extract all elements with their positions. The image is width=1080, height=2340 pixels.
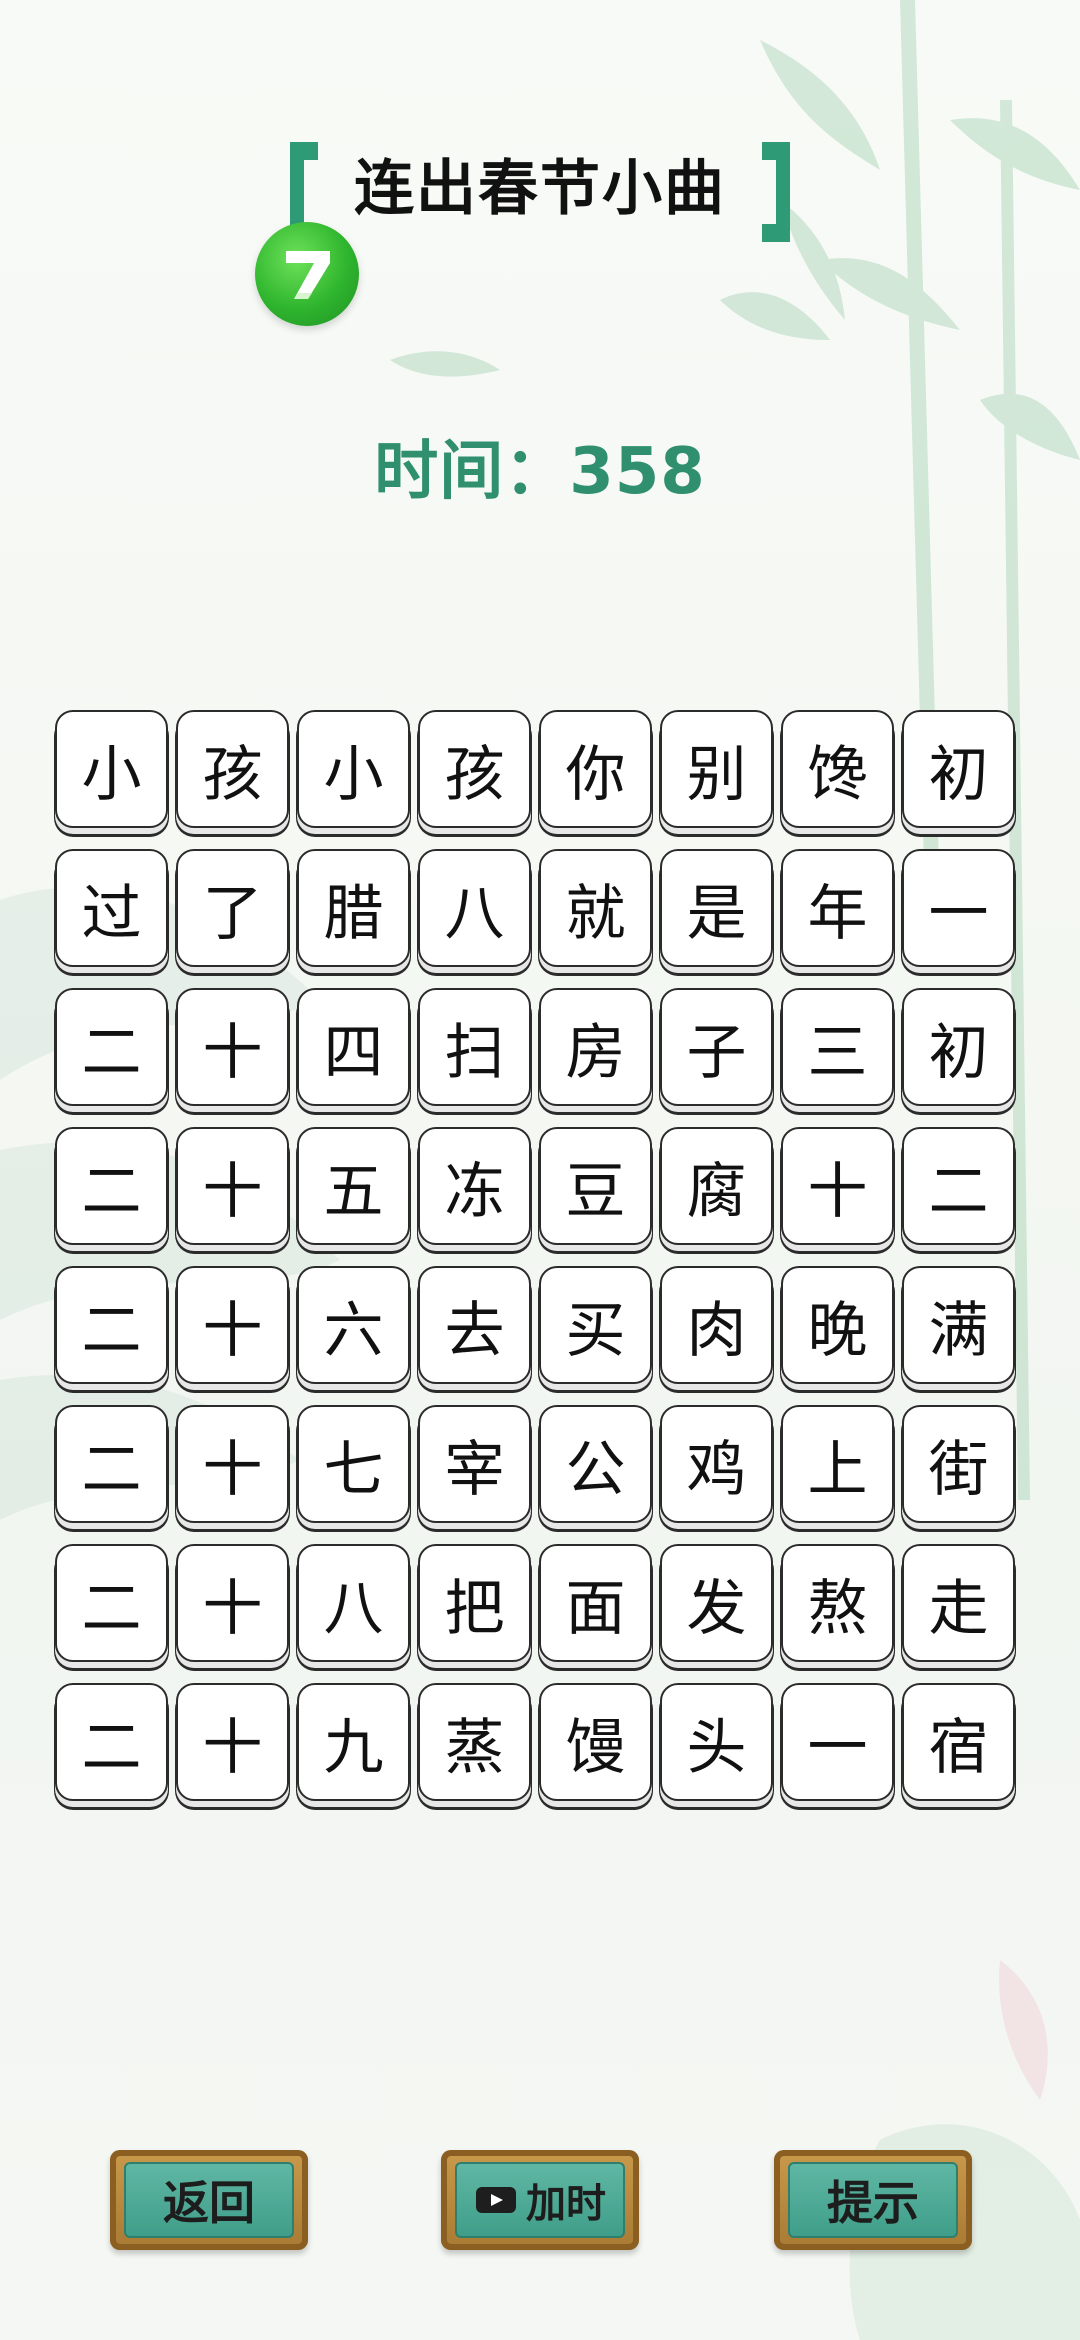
character-tile[interactable]: 二 [55,1405,168,1523]
hint-button-face: 提示 [788,2162,958,2238]
character-tile[interactable]: 房 [539,988,652,1106]
character-tile[interactable]: 二 [902,1127,1015,1245]
character-tile[interactable]: 头 [660,1683,773,1801]
character-tile[interactable]: 街 [902,1405,1015,1523]
character-tile[interactable]: 十 [176,988,289,1106]
character-tile[interactable]: 面 [539,1544,652,1662]
character-tile[interactable]: 二 [55,1544,168,1662]
add-time-button-label: 加时 [526,2180,606,2227]
character-tile[interactable]: 走 [902,1544,1015,1662]
right-bracket [762,142,790,242]
character-tile[interactable]: 孩 [418,710,531,828]
level-title: 连出春节小曲 [280,130,800,250]
character-tile[interactable]: 了 [176,849,289,967]
character-tile[interactable]: 十 [176,1405,289,1523]
character-tile[interactable]: 去 [418,1266,531,1384]
character-tile[interactable]: 三 [781,988,894,1106]
character-tile[interactable]: 就 [539,849,652,967]
character-tile[interactable]: 二 [55,1683,168,1801]
character-tile[interactable]: 买 [539,1266,652,1384]
character-tile[interactable]: 八 [297,1544,410,1662]
video-camera-icon [476,2187,516,2213]
character-tile[interactable]: 十 [176,1683,289,1801]
back-button-label: 返回 [163,2176,255,2230]
timer-label: 时间： [374,435,570,509]
character-tile[interactable]: 冻 [418,1127,531,1245]
green-7-badge-icon [255,222,359,326]
timer-value: 358 [569,435,706,509]
add-time-button-face: 加时 [455,2162,625,2238]
character-tile[interactable]: 肉 [660,1266,773,1384]
character-tile[interactable]: 一 [781,1683,894,1801]
character-tile[interactable]: 九 [297,1683,410,1801]
character-tile[interactable]: 六 [297,1266,410,1384]
timer-display: 时间：358 [0,420,1080,512]
character-tile[interactable]: 腊 [297,849,410,967]
back-button-face: 返回 [124,2162,294,2238]
character-tile[interactable]: 熬 [781,1544,894,1662]
character-tile[interactable]: 鸡 [660,1405,773,1523]
character-tile[interactable]: 一 [902,849,1015,967]
character-tile[interactable]: 初 [902,710,1015,828]
character-tile[interactable]: 是 [660,849,773,967]
character-tile[interactable]: 扫 [418,988,531,1106]
character-tile[interactable]: 公 [539,1405,652,1523]
character-tile[interactable]: 馒 [539,1683,652,1801]
character-tile[interactable]: 你 [539,710,652,828]
character-tile[interactable]: 上 [781,1405,894,1523]
character-tile[interactable]: 子 [660,988,773,1106]
character-tile[interactable]: 二 [55,1266,168,1384]
character-tile[interactable]: 晚 [781,1266,894,1384]
character-tile[interactable]: 别 [660,710,773,828]
character-tile[interactable]: 十 [781,1127,894,1245]
character-tile[interactable]: 小 [55,710,168,828]
character-tile[interactable]: 腐 [660,1127,773,1245]
character-tile[interactable]: 发 [660,1544,773,1662]
character-tile[interactable]: 七 [297,1405,410,1523]
character-tile[interactable]: 小 [297,710,410,828]
add-time-button[interactable]: 加时 [441,2150,639,2250]
character-tile[interactable]: 孩 [176,710,289,828]
character-tile[interactable]: 五 [297,1127,410,1245]
character-tile[interactable]: 豆 [539,1127,652,1245]
character-tile[interactable]: 宰 [418,1405,531,1523]
hint-button[interactable]: 提示 [774,2150,972,2250]
character-tile[interactable]: 二 [55,1127,168,1245]
character-tile[interactable]: 年 [781,849,894,967]
character-tile[interactable]: 十 [176,1266,289,1384]
character-tile[interactable]: 八 [418,849,531,967]
character-tile[interactable]: 十 [176,1544,289,1662]
character-tile[interactable]: 宿 [902,1683,1015,1801]
character-tile[interactable]: 二 [55,988,168,1106]
character-tile[interactable]: 初 [902,988,1015,1106]
back-button[interactable]: 返回 [110,2150,308,2250]
character-tile[interactable]: 过 [55,849,168,967]
character-grid: 小孩小孩你别馋初过了腊八就是年一二十四扫房子三初二十五冻豆腐十二二十六去买肉晚满… [55,710,1023,1801]
character-tile[interactable]: 馋 [781,710,894,828]
character-tile[interactable]: 四 [297,988,410,1106]
hint-button-label: 提示 [827,2176,919,2230]
seven-glyph-icon [286,251,330,299]
character-tile[interactable]: 十 [176,1127,289,1245]
character-tile[interactable]: 满 [902,1266,1015,1384]
level-title-text: 连出春节小曲 [354,154,726,224]
character-tile[interactable]: 把 [418,1544,531,1662]
character-tile[interactable]: 蒸 [418,1683,531,1801]
